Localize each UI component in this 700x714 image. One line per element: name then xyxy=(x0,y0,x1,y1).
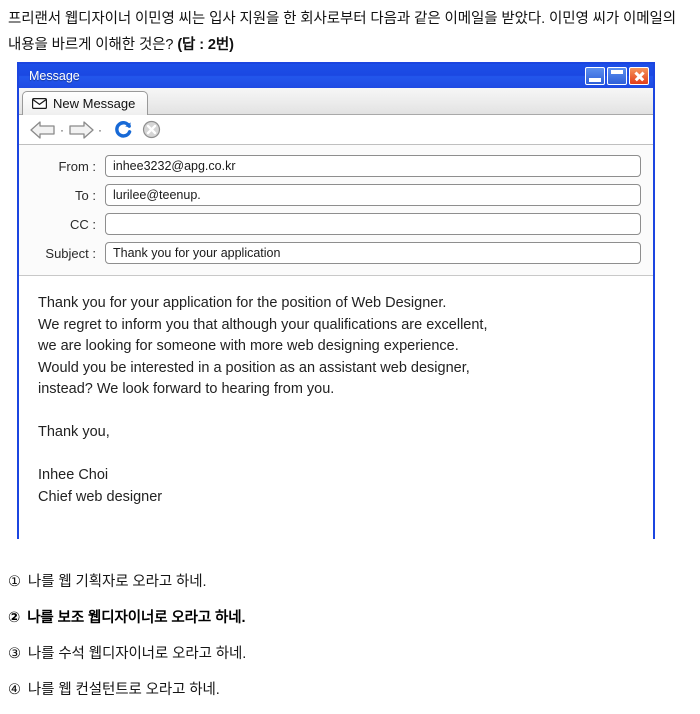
body-paragraph: Thank you for your application for the p… xyxy=(38,295,488,397)
answer-choices: ① 나를 웹 기획자로 오라고 하네. ② 나를 보조 웹디자이너로 오라고 하… xyxy=(8,570,688,714)
question-line-1: 프리랜서 웹디자이너 이민영 씨는 입사 지원을 한 회사로부터 다음과 같은 … xyxy=(8,11,498,27)
cc-input[interactable] xyxy=(105,213,641,235)
to-label: To : xyxy=(75,187,96,203)
tab-label: New Message xyxy=(53,96,136,111)
cc-label: CC : xyxy=(70,216,96,232)
body-closing: Thank you, xyxy=(38,424,110,440)
choice-option-3[interactable]: ③ 나를 수석 웹디자이너로 오라고 하네. xyxy=(8,642,688,678)
choice-number-2: ② xyxy=(8,610,21,626)
signature-title: Chief web designer xyxy=(38,488,163,505)
tab-new-message[interactable]: New Message xyxy=(22,91,149,115)
navigation-toolbar: · · xyxy=(19,115,653,145)
choice-option-4[interactable]: ④ 나를 웹 컨설턴트로 오라고 하네. xyxy=(8,678,688,714)
choice-option-1[interactable]: ① 나를 웹 기획자로 오라고 하네. xyxy=(8,570,688,606)
from-label: From : xyxy=(58,158,96,174)
minimize-icon[interactable] xyxy=(585,67,605,85)
window-title: Message xyxy=(29,69,80,83)
subject-input[interactable]: Thank you for your application xyxy=(105,242,641,264)
body-spacer-1 xyxy=(38,401,637,423)
tab-strip: New Message xyxy=(19,88,653,115)
signature-name: Inhee Choi xyxy=(38,467,109,483)
message-window: Message New Message · · From: inhee3232… xyxy=(17,62,655,586)
choice-number-3: ③ xyxy=(8,646,21,662)
answer-key: (답 : 2번) xyxy=(177,37,234,53)
subject-label: Subject : xyxy=(45,245,96,261)
back-arrow-icon[interactable] xyxy=(29,120,57,140)
maximize-icon[interactable] xyxy=(607,67,627,85)
choice-option-2[interactable]: ② 나를 보조 웹디자이너로 오라고 하네. xyxy=(8,606,688,642)
field-row-cc: CC : xyxy=(31,212,641,236)
to-input[interactable]: lurilee@teenup. xyxy=(105,184,641,206)
window-controls xyxy=(585,67,649,85)
stop-icon[interactable] xyxy=(142,120,161,139)
question-prompt: 프리랜서 웹디자이너 이민영 씨는 입사 지원을 한 회사로부터 다음과 같은 … xyxy=(8,6,692,58)
envelope-icon xyxy=(32,98,47,109)
choice-number-4: ④ xyxy=(8,682,21,698)
forward-dropdown-icon[interactable]: · xyxy=(95,124,105,136)
window-titlebar[interactable]: Message xyxy=(19,62,653,88)
field-row-from: From : inhee3232@apg.co.kr xyxy=(31,154,641,178)
field-row-to: To : lurilee@teenup. xyxy=(31,183,641,207)
message-body[interactable]: Thank you for your application for the p… xyxy=(19,276,653,586)
message-header-fields: From : inhee3232@apg.co.kr To : lurilee@… xyxy=(19,145,653,276)
back-dropdown-icon[interactable]: · xyxy=(57,124,67,136)
body-spacer-2 xyxy=(38,444,637,466)
forward-arrow-icon[interactable] xyxy=(67,120,95,140)
refresh-icon[interactable] xyxy=(114,120,133,139)
from-input[interactable]: inhee3232@apg.co.kr xyxy=(105,155,641,177)
field-row-subject: Subject : Thank you for your application xyxy=(31,241,641,265)
choice-text-3: 나를 수석 웹디자이너로 오라고 하네. xyxy=(27,646,247,662)
close-icon[interactable] xyxy=(629,67,649,85)
choice-number-1: ① xyxy=(8,574,21,590)
choice-text-1: 나를 웹 기획자로 오라고 하네. xyxy=(27,574,207,590)
choice-text-4: 나를 웹 컨설턴트로 오라고 하네. xyxy=(27,682,220,698)
choice-text-2: 나를 보조 웹디자이너로 오라고 하네. xyxy=(27,610,246,626)
